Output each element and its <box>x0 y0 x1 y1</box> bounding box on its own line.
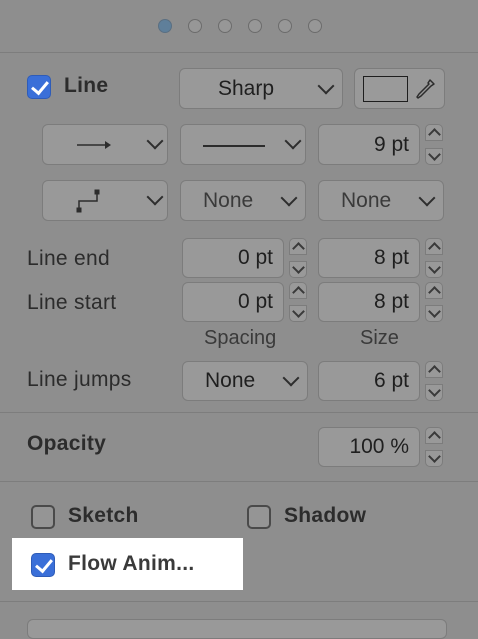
stepper-up-icon[interactable] <box>425 124 443 141</box>
edit-style-button[interactable] <box>27 619 447 639</box>
line-width-stepper[interactable] <box>425 124 443 165</box>
divider <box>0 481 478 482</box>
line-start-size-stepper[interactable] <box>425 282 443 322</box>
line-end-label: Line end <box>27 247 110 270</box>
stepper-up-icon[interactable] <box>289 282 307 299</box>
stepper-down-icon[interactable] <box>425 148 443 165</box>
chevron-down-icon <box>146 188 164 206</box>
page-dot-2[interactable] <box>188 19 202 33</box>
color-swatch[interactable] <box>363 76 408 102</box>
spacing-caption: Spacing <box>204 327 277 349</box>
shadow-label: Shadow <box>284 504 367 527</box>
connector-arrow-select[interactable] <box>42 124 168 165</box>
eyedropper-icon[interactable] <box>415 77 437 101</box>
line-end-spacing-field[interactable]: 0 pt <box>182 238 284 278</box>
line-jumps-label: Line jumps <box>27 368 132 391</box>
flow-animation-label: Flow Anim... <box>68 552 195 575</box>
sketch-checkbox[interactable] <box>31 505 55 529</box>
stepper-up-icon[interactable] <box>425 361 443 378</box>
page-dot-1[interactable] <box>158 19 172 33</box>
opacity-stepper[interactable] <box>425 427 443 467</box>
flow-animation-checkbox[interactable] <box>31 553 55 577</box>
stepper-down-icon[interactable] <box>425 450 443 467</box>
line-start-size-field[interactable]: 8 pt <box>318 282 420 322</box>
line-start-spacing-stepper[interactable] <box>289 282 307 322</box>
solid-line-icon <box>203 145 265 147</box>
sketch-label: Sketch <box>68 504 139 527</box>
line-end-marker-select[interactable]: None <box>318 180 444 221</box>
line-start-marker-value: None <box>203 188 254 212</box>
line-pattern-select[interactable] <box>180 124 306 165</box>
orthogonal-waypoint-icon <box>76 189 100 213</box>
page-dot-3[interactable] <box>218 19 232 33</box>
chevron-down-icon <box>282 369 300 387</box>
chevron-down-icon <box>418 189 436 206</box>
line-start-spacing-field[interactable]: 0 pt <box>182 282 284 322</box>
size-caption: Size <box>360 327 399 349</box>
stepper-up-icon[interactable] <box>425 238 443 255</box>
arrow-right-icon <box>77 141 111 149</box>
line-end-size-field[interactable]: 8 pt <box>318 238 420 278</box>
line-end-size-stepper[interactable] <box>425 238 443 278</box>
page-dot-4[interactable] <box>248 19 262 33</box>
line-color-picker[interactable] <box>354 68 445 109</box>
stepper-down-icon[interactable] <box>425 384 443 401</box>
line-start-marker-select[interactable]: None <box>180 180 306 221</box>
chevron-down-icon <box>146 132 164 150</box>
line-style-value: Sharp <box>218 76 275 100</box>
divider <box>0 412 478 413</box>
line-jumps-size-stepper[interactable] <box>425 361 443 401</box>
chevron-down-icon <box>284 132 302 150</box>
line-style-select[interactable]: Sharp <box>179 68 343 109</box>
stepper-up-icon[interactable] <box>425 282 443 299</box>
page-dot-5[interactable] <box>278 19 292 33</box>
line-end-spacing-stepper[interactable] <box>289 238 307 278</box>
waypoints-select[interactable] <box>42 180 168 221</box>
line-jumps-value: None <box>205 369 256 392</box>
opacity-field[interactable]: 100 % <box>318 427 420 467</box>
line-start-label: Line start <box>27 291 117 314</box>
chevron-down-icon <box>280 189 298 206</box>
line-end-marker-value: None <box>341 188 392 212</box>
stepper-down-icon[interactable] <box>289 305 307 322</box>
stepper-up-icon[interactable] <box>289 238 307 255</box>
line-jumps-size-field[interactable]: 6 pt <box>318 361 420 401</box>
divider <box>0 52 478 53</box>
line-width-field[interactable]: 9 pt <box>318 124 420 165</box>
stepper-down-icon[interactable] <box>425 305 443 322</box>
chevron-down-icon <box>317 77 335 94</box>
line-checkbox[interactable] <box>27 75 51 99</box>
divider <box>0 601 478 602</box>
page-dot-6[interactable] <box>308 19 322 33</box>
line-label: Line <box>64 74 109 97</box>
stepper-down-icon[interactable] <box>289 261 307 278</box>
opacity-label: Opacity <box>27 432 107 455</box>
line-jumps-select[interactable]: None <box>182 361 308 401</box>
stepper-up-icon[interactable] <box>425 427 443 444</box>
stepper-down-icon[interactable] <box>425 261 443 278</box>
shadow-checkbox[interactable] <box>247 505 271 529</box>
